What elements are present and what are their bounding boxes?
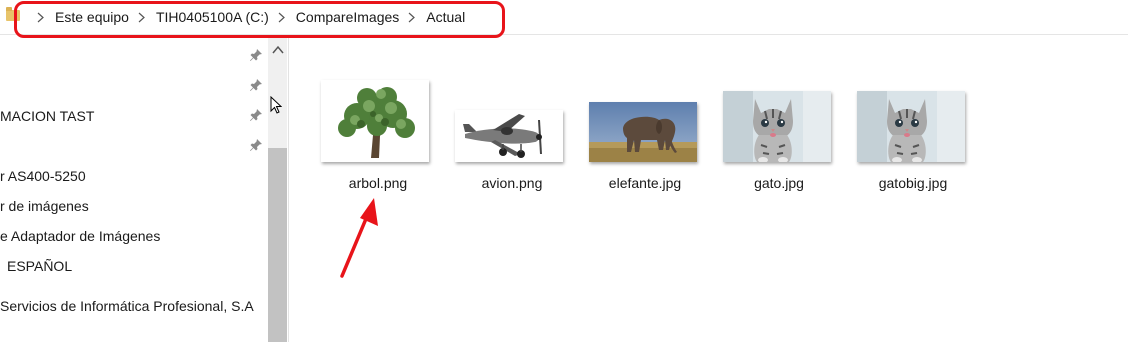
chevron-up-icon[interactable] xyxy=(272,45,284,55)
file-name[interactable]: arbol.png xyxy=(318,175,438,191)
file-name[interactable]: gatobig.jpg xyxy=(853,175,973,191)
nav-item[interactable]: ESPAÑOL xyxy=(7,258,72,274)
annotation-arrow-icon xyxy=(340,198,378,278)
kitten-image-thumbnail[interactable] xyxy=(723,91,831,162)
file-name[interactable]: gato.jpg xyxy=(719,175,839,191)
pane-divider[interactable] xyxy=(288,38,289,342)
tree-image xyxy=(321,80,429,162)
file-name[interactable]: elefante.jpg xyxy=(585,175,705,191)
elephant-image xyxy=(589,102,697,162)
nav-item[interactable]: r de imágenes xyxy=(0,198,89,214)
pin-icon[interactable] xyxy=(249,138,263,152)
mouse-cursor-icon xyxy=(270,96,282,114)
kitten-image xyxy=(857,91,965,162)
breadcrumb-highlight-annotation xyxy=(14,1,505,38)
nav-item[interactable]: r AS400-5250 xyxy=(0,168,86,184)
airplane-image xyxy=(455,110,563,162)
nav-item[interactable]: e Adaptador de Imágenes xyxy=(0,228,160,244)
file-name[interactable]: avion.png xyxy=(452,175,572,191)
nav-item[interactable]: Servicios de Informática Profesional, S.… xyxy=(0,298,254,314)
tree-image-thumbnail[interactable] xyxy=(321,80,429,162)
pin-icon[interactable] xyxy=(249,78,263,92)
airplane-image-thumbnail[interactable] xyxy=(455,110,563,162)
navigation-pane xyxy=(0,38,287,342)
kitten-image xyxy=(723,91,831,162)
pin-icon[interactable] xyxy=(249,48,263,62)
nav-item[interactable]: MACION TAST xyxy=(0,108,94,124)
elephant-image-thumbnail[interactable] xyxy=(589,102,697,162)
scrollbar-thumb[interactable] xyxy=(268,148,287,342)
pin-icon[interactable] xyxy=(249,108,263,122)
kitten-image-thumbnail[interactable] xyxy=(857,91,965,162)
